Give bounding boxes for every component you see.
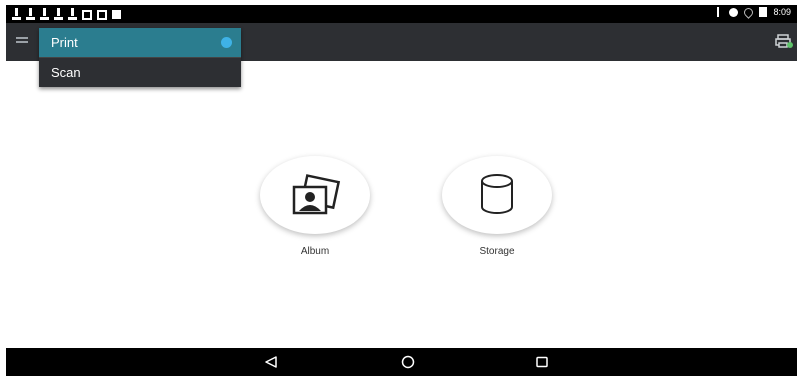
system-icons: 8:09 <box>717 5 791 19</box>
hamburger-icon[interactable] <box>16 37 28 45</box>
navigation-bar <box>6 348 797 376</box>
printer-icon[interactable] <box>775 33 793 49</box>
photo-album-icon <box>292 174 341 215</box>
status-bar: 8:09 <box>6 5 797 23</box>
storage-tile[interactable]: Storage <box>442 156 552 257</box>
wifi-icon <box>742 5 756 19</box>
image-icon <box>82 9 92 20</box>
download-icon <box>40 8 49 20</box>
download-icon <box>68 8 77 20</box>
download-icon <box>54 8 63 20</box>
album-tile[interactable]: Album <box>260 156 370 257</box>
dropdown-item-label: Print <box>51 35 78 50</box>
storage-label: Storage <box>479 246 515 257</box>
mode-dropdown[interactable]: Print Scan <box>39 28 241 87</box>
notification-icons <box>12 8 121 20</box>
storage-button[interactable] <box>442 156 552 234</box>
album-label: Album <box>300 246 330 257</box>
storage-icon <box>481 174 513 214</box>
dropdown-item-scan[interactable]: Scan <box>39 58 241 87</box>
dropdown-item-print[interactable]: Print <box>39 28 241 57</box>
calendar-icon <box>97 9 107 20</box>
recents-icon[interactable] <box>534 354 550 370</box>
back-icon[interactable] <box>263 354 279 370</box>
download-icon <box>12 8 21 20</box>
album-button[interactable] <box>260 156 370 234</box>
home-icon[interactable] <box>400 354 416 370</box>
status-time: 8:09 <box>773 7 791 17</box>
selected-indicator-icon <box>221 37 232 48</box>
info-icon <box>112 10 121 19</box>
dropdown-item-label: Scan <box>51 65 81 80</box>
battery-icon <box>759 7 768 17</box>
download-icon <box>26 8 35 20</box>
bluetooth-icon <box>717 7 723 17</box>
alarm-icon <box>729 7 739 17</box>
